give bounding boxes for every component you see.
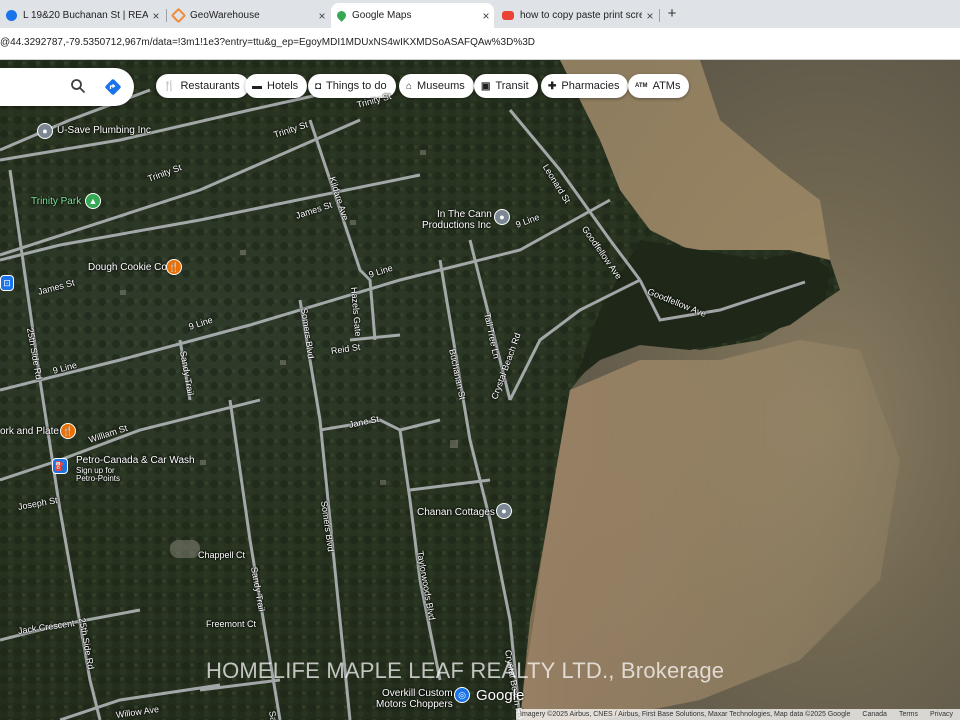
browser-tab-strip: L 19&20 Buchanan St | REALM × GeoWarehou…	[0, 0, 960, 28]
country-link[interactable]: Canada	[862, 711, 887, 718]
tab-youtube[interactable]: how to copy paste print screen ×	[496, 3, 658, 28]
search-icon[interactable]	[70, 78, 86, 94]
restaurant-pin-icon[interactable]: 🍴	[60, 423, 76, 439]
category-chip-transit[interactable]: ▣ Transit	[474, 74, 538, 98]
train-icon: ▣	[481, 80, 491, 92]
chip-label: Pharmacies	[561, 80, 620, 92]
place-label-petro-1[interactable]: Petro-Canada & Car Wash	[76, 455, 195, 466]
category-chip-atms[interactable]: ATM ATMs	[628, 74, 690, 98]
place-label-dough[interactable]: Dough Cookie Co	[88, 262, 167, 273]
place-label-fork-plate[interactable]: ork and Plate	[0, 426, 59, 437]
category-chip-restaurants[interactable]: 🍴 Restaurants	[156, 74, 249, 98]
satellite-map[interactable]: 🍴 Restaurants ▬ Hotels ◘ Things to do ⌂ …	[0, 60, 960, 720]
place-label-chanan[interactable]: Chanan Cottages	[417, 507, 495, 518]
museum-icon: ⌂	[406, 80, 413, 92]
google-logo: Google	[476, 687, 525, 704]
tab-geowarehouse[interactable]: GeoWarehouse ×	[167, 3, 330, 28]
url-text[interactable]: @44.3292787,-79.5350712,967m/data=!3m1!1…	[0, 37, 535, 48]
chip-label: ATMs	[652, 80, 681, 92]
close-icon[interactable]: ×	[148, 9, 164, 23]
realm-favicon-icon	[6, 10, 17, 21]
tab-title: GeoWarehouse	[190, 10, 260, 21]
place-label-in-the-cann-1[interactable]: In The Cann	[437, 209, 492, 220]
atm-icon: ATM	[635, 83, 648, 89]
place-pin-icon[interactable]: ●	[496, 503, 512, 519]
imagery-credit: Imagery ©2025 Airbus, CNES / Airbus, Fir…	[520, 711, 851, 718]
category-chip-museums[interactable]: ⌂ Museums	[399, 74, 474, 98]
street-label: Freemont Ct	[206, 619, 257, 629]
place-label-trinity-park[interactable]: Trinity Park	[31, 196, 81, 207]
watermark-text: HOMELIFE MAPLE LEAF REALTY LTD., Brokera…	[206, 658, 725, 683]
search-box[interactable]	[0, 68, 134, 106]
tab-google-maps[interactable]: Google Maps ×	[331, 3, 494, 28]
youtube-favicon-icon	[502, 11, 514, 20]
tab-title: L 19&20 Buchanan St | REALM	[23, 10, 148, 21]
gas-station-pin-icon[interactable]: ⛽	[52, 458, 68, 474]
fork-knife-icon: 🍴	[163, 80, 176, 92]
chip-label: Transit	[495, 80, 529, 92]
close-icon[interactable]: ×	[314, 9, 330, 23]
restaurant-pin-icon[interactable]: 🍴	[166, 259, 182, 275]
street-label: Chappell Ct	[198, 550, 246, 560]
chip-label: Things to do	[326, 80, 387, 92]
place-label-overkill-1[interactable]: Overkill Custom	[382, 688, 453, 699]
place-label-in-the-cann-2[interactable]: Productions Inc	[422, 220, 491, 231]
park-pin-icon[interactable]: ▲	[85, 193, 101, 209]
chip-label: Restaurants	[180, 80, 240, 92]
place-pin-icon[interactable]: ●	[37, 123, 53, 139]
terms-link[interactable]: Terms	[899, 711, 918, 718]
place-label-usave[interactable]: U-Save Plumbing Inc	[57, 125, 151, 136]
chip-label: Hotels	[267, 80, 299, 92]
category-chip-hotels[interactable]: ▬ Hotels	[245, 74, 308, 98]
place-label-petro-3: Petro-Points	[76, 474, 121, 483]
new-tab-button[interactable]: +	[664, 5, 680, 23]
tab-realm[interactable]: L 19&20 Buchanan St | REALM ×	[0, 3, 164, 28]
geowarehouse-favicon-icon	[170, 7, 187, 24]
attribution-bar: Imagery ©2025 Airbus, CNES / Airbus, Fir…	[516, 709, 960, 720]
shopping-pin-icon[interactable]: ⊡	[0, 275, 14, 291]
chip-label: Museums	[417, 80, 465, 92]
map-imagery	[0, 60, 960, 720]
directions-icon[interactable]	[104, 78, 122, 96]
category-chip-pharmacies[interactable]: ✚ Pharmacies	[541, 74, 629, 98]
camera-icon: ◘	[315, 80, 322, 92]
place-pin-icon[interactable]: ●	[494, 209, 510, 225]
tab-title: how to copy paste print screen	[520, 10, 642, 21]
address-bar[interactable]: @44.3292787,-79.5350712,967m/data=!3m1!1…	[0, 28, 960, 60]
pharmacy-icon: ✚	[548, 80, 557, 92]
tab-divider	[659, 9, 660, 22]
bed-icon: ▬	[252, 80, 262, 92]
close-icon[interactable]: ×	[478, 9, 494, 23]
street-label: Sa	[267, 710, 279, 720]
privacy-link[interactable]: Privacy	[930, 711, 953, 718]
place-pin-icon[interactable]: ◎	[454, 687, 470, 703]
maps-pin-favicon-icon	[335, 9, 348, 22]
place-label-overkill-2[interactable]: Motors Choppers	[376, 699, 453, 710]
close-icon[interactable]: ×	[642, 9, 658, 23]
tab-title: Google Maps	[352, 10, 412, 21]
